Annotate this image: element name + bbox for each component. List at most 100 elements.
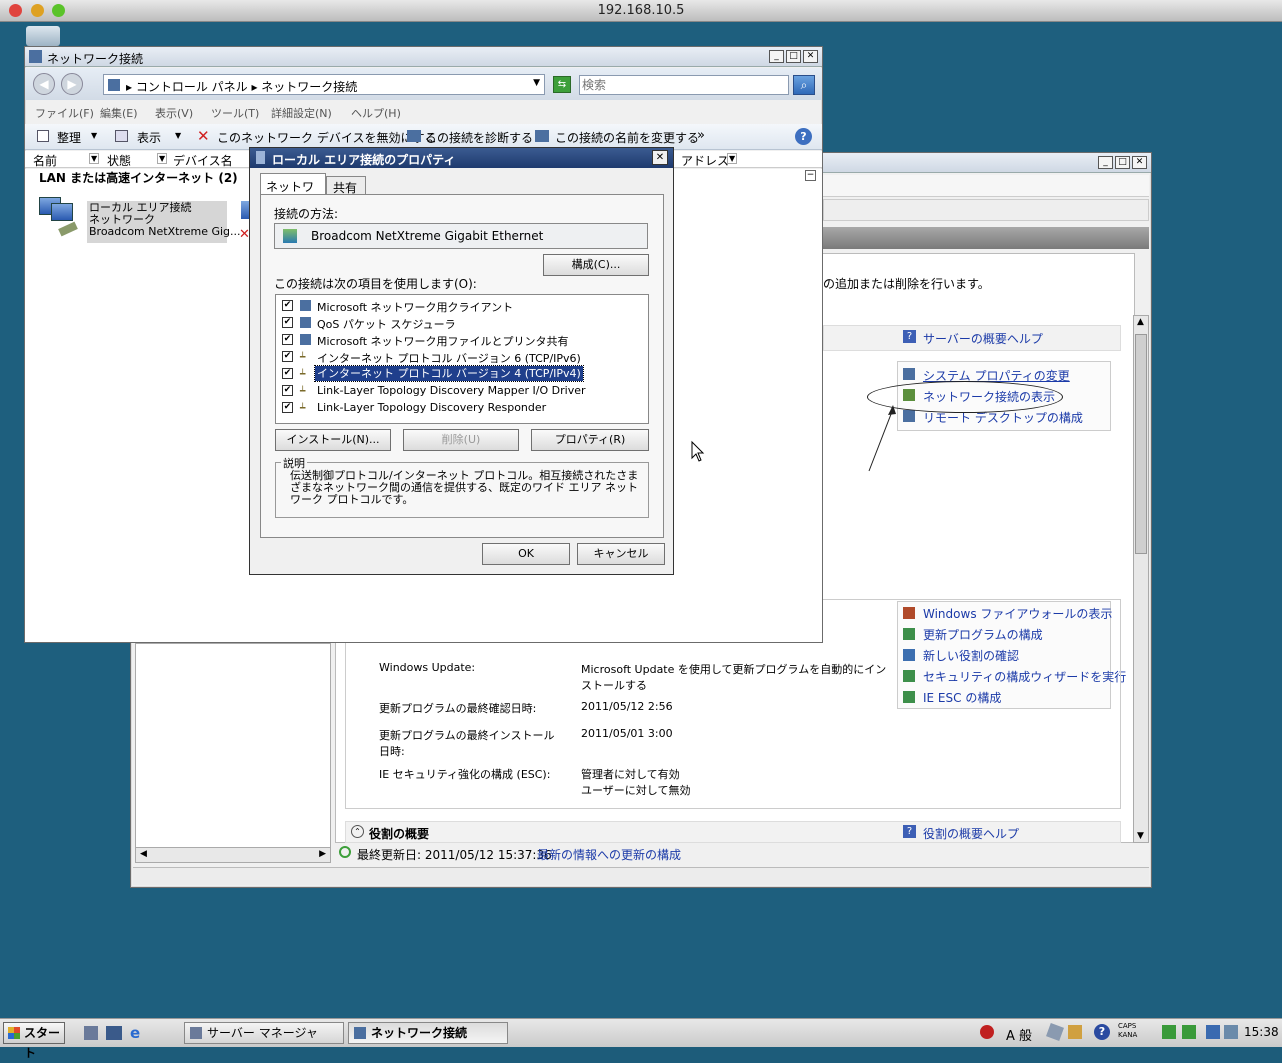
chevron-down-icon[interactable]: ▼: [157, 153, 168, 164]
list-item-selected[interactable]: ✔ ┷ インターネット プロトコル バージョン 4 (TCP/IPv4): [276, 365, 648, 382]
items-label: この接続は次の項目を使用します(O):: [274, 277, 477, 291]
clock[interactable]: 15:38: [1244, 1025, 1279, 1039]
column-address[interactable]: アドレス: [681, 152, 729, 169]
organize-button[interactable]: 整理: [57, 129, 81, 146]
tree-pane[interactable]: [135, 643, 331, 863]
item-checkbox[interactable]: ✔: [282, 385, 293, 396]
tab-sharing[interactable]: 共有: [326, 176, 366, 195]
item-label: Link-Layer Topology Discovery Responder: [317, 401, 547, 414]
install-button[interactable]: インストール(N)...: [275, 429, 391, 451]
close-button[interactable]: ✕: [652, 150, 668, 165]
ime-mode[interactable]: A 般: [1006, 1025, 1032, 1044]
refresh-config-link[interactable]: 最新の情報への更新の構成: [537, 846, 681, 863]
minimize-button[interactable]: _: [1098, 156, 1113, 169]
server-manager-icon: [190, 1027, 202, 1039]
cancel-button[interactable]: キャンセル: [577, 543, 665, 565]
volume-icon[interactable]: [1224, 1025, 1238, 1039]
item-checkbox[interactable]: ✔: [282, 351, 293, 362]
list-item[interactable]: ✔ ┷ Link-Layer Topology Discovery Mapper…: [276, 382, 648, 399]
menu-file[interactable]: ファイル(F): [35, 105, 94, 121]
menu-advanced[interactable]: 詳細設定(N): [271, 105, 332, 121]
menu-tools[interactable]: ツール(T): [211, 105, 259, 121]
tray-icon[interactable]: [1182, 1025, 1196, 1039]
maximize-button[interactable]: □: [786, 50, 801, 63]
collapse-group-button[interactable]: −: [805, 170, 816, 181]
disable-device-button[interactable]: このネットワーク デバイスを無効にする: [217, 129, 437, 146]
diagnose-button[interactable]: この接続を診断する: [425, 129, 533, 146]
ok-button[interactable]: OK: [482, 543, 570, 565]
maximize-button[interactable]: □: [1115, 156, 1130, 169]
language-bar-icon[interactable]: [980, 1025, 994, 1039]
menu-bar: ファイル(F) 編集(E) 表示(V) ツール(T) 詳細設定(N) ヘルプ(H…: [25, 102, 822, 122]
network-adapter-icon: [37, 197, 81, 241]
uninstall-button[interactable]: 削除(U): [403, 429, 519, 451]
components-list[interactable]: ✔ Microsoft ネットワーク用クライアント ✔ QoS パケット スケジ…: [275, 294, 649, 424]
list-item[interactable]: ✔ QoS パケット スケジューラ: [276, 314, 648, 331]
server-summary-help-link[interactable]: サーバーの概要ヘルプ: [923, 330, 1043, 347]
caps-indicator: CAPS KANA: [1118, 1022, 1137, 1040]
service-icon: [300, 334, 311, 345]
menu-edit[interactable]: 編集(E): [100, 105, 138, 121]
view-button[interactable]: 表示: [137, 129, 161, 146]
collapse-icon[interactable]: ⌃: [351, 825, 364, 838]
help-icon[interactable]: ?: [1094, 1024, 1110, 1040]
network-tray-icon[interactable]: [1206, 1025, 1220, 1039]
roles-summary-help-link[interactable]: 役割の概要ヘルプ: [923, 825, 1019, 842]
tree-horizontal-scrollbar[interactable]: ◀ ▶: [135, 847, 331, 863]
more-commands-button[interactable]: »: [697, 128, 705, 143]
configure-button[interactable]: 構成(C)...: [543, 254, 649, 276]
windows-logo-icon: [8, 1027, 20, 1039]
back-button[interactable]: ◀: [33, 73, 55, 95]
scrollbar-thumb[interactable]: [1135, 334, 1147, 554]
close-button[interactable]: ✕: [1132, 156, 1147, 169]
chevron-down-icon[interactable]: ▼: [175, 131, 181, 140]
roles-summary-title: 役割の概要: [369, 827, 430, 841]
ie-quicklaunch-icon[interactable]: e: [130, 1024, 140, 1042]
forward-button[interactable]: ▶: [61, 73, 83, 95]
recycle-bin-icon[interactable]: [26, 26, 60, 46]
chevron-down-icon[interactable]: ▼: [89, 153, 100, 164]
taskbar: スタート e サーバー マネージャ ネットワーク接続 A 般 ? CAPS KA…: [0, 1018, 1282, 1060]
content-scrollbar[interactable]: ▲ ▼: [1133, 315, 1149, 843]
start-button[interactable]: スタート: [3, 1022, 65, 1060]
help-icon[interactable]: ?: [795, 128, 812, 145]
taskbar-server-manager[interactable]: サーバー マネージャ: [184, 1022, 344, 1044]
taskbar-network-connections[interactable]: ネットワーク接続: [348, 1022, 508, 1044]
rename-button[interactable]: この接続の名前を変更する: [555, 129, 699, 146]
mouse-cursor: [691, 440, 705, 462]
list-item[interactable]: ✔ Microsoft ネットワーク用クライアント: [276, 297, 648, 314]
chevron-down-icon[interactable]: ▼: [91, 131, 97, 140]
properties-button[interactable]: プロパティ(R): [531, 429, 649, 451]
menu-view[interactable]: 表示(V): [155, 105, 193, 121]
tray-icon[interactable]: [1162, 1025, 1176, 1039]
column-status[interactable]: 状態: [107, 152, 131, 169]
chevron-down-icon[interactable]: ▼: [727, 153, 738, 164]
minimize-button[interactable]: _: [769, 50, 784, 63]
refresh-icon[interactable]: ⇆: [553, 76, 571, 93]
search-input[interactable]: [579, 75, 789, 95]
tab-network[interactable]: ネットワーク: [260, 173, 326, 211]
dictionary-icon[interactable]: [1068, 1025, 1082, 1039]
item-checkbox[interactable]: ✔: [282, 300, 293, 311]
item-checkbox[interactable]: ✔: [282, 317, 293, 328]
menu-help[interactable]: ヘルプ(H): [351, 105, 401, 121]
item-checkbox[interactable]: ✔: [282, 402, 293, 413]
list-item[interactable]: ✔ ┷ Link-Layer Topology Discovery Respon…: [276, 399, 648, 416]
search-icon[interactable]: ⌕: [793, 75, 815, 95]
annotation-arrow: [868, 405, 896, 472]
address-bar[interactable]: ▸ コントロール パネル ▸ ネットワーク接続 ▼: [103, 74, 545, 95]
section-header-bar: [823, 227, 1149, 249]
refresh-icon[interactable]: [339, 846, 351, 858]
info-value: 2011/05/01 3:00: [581, 727, 673, 740]
ime-pad-icon[interactable]: [1046, 1023, 1064, 1041]
column-device-name[interactable]: デバイス名: [173, 152, 233, 169]
list-item[interactable]: ✔ Microsoft ネットワーク用ファイルとプリンタ共有: [276, 331, 648, 348]
column-name[interactable]: 名前: [33, 152, 57, 169]
item-checkbox[interactable]: ✔: [282, 368, 293, 379]
list-item[interactable]: ✔ ┷ インターネット プロトコル バージョン 6 (TCP/IPv6): [276, 348, 648, 365]
powershell-quicklaunch-icon[interactable]: [106, 1026, 122, 1040]
close-button[interactable]: ✕: [803, 50, 818, 63]
server-manager-quicklaunch-icon[interactable]: [84, 1026, 98, 1040]
chevron-down-icon[interactable]: ▼: [533, 78, 540, 88]
item-checkbox[interactable]: ✔: [282, 334, 293, 345]
